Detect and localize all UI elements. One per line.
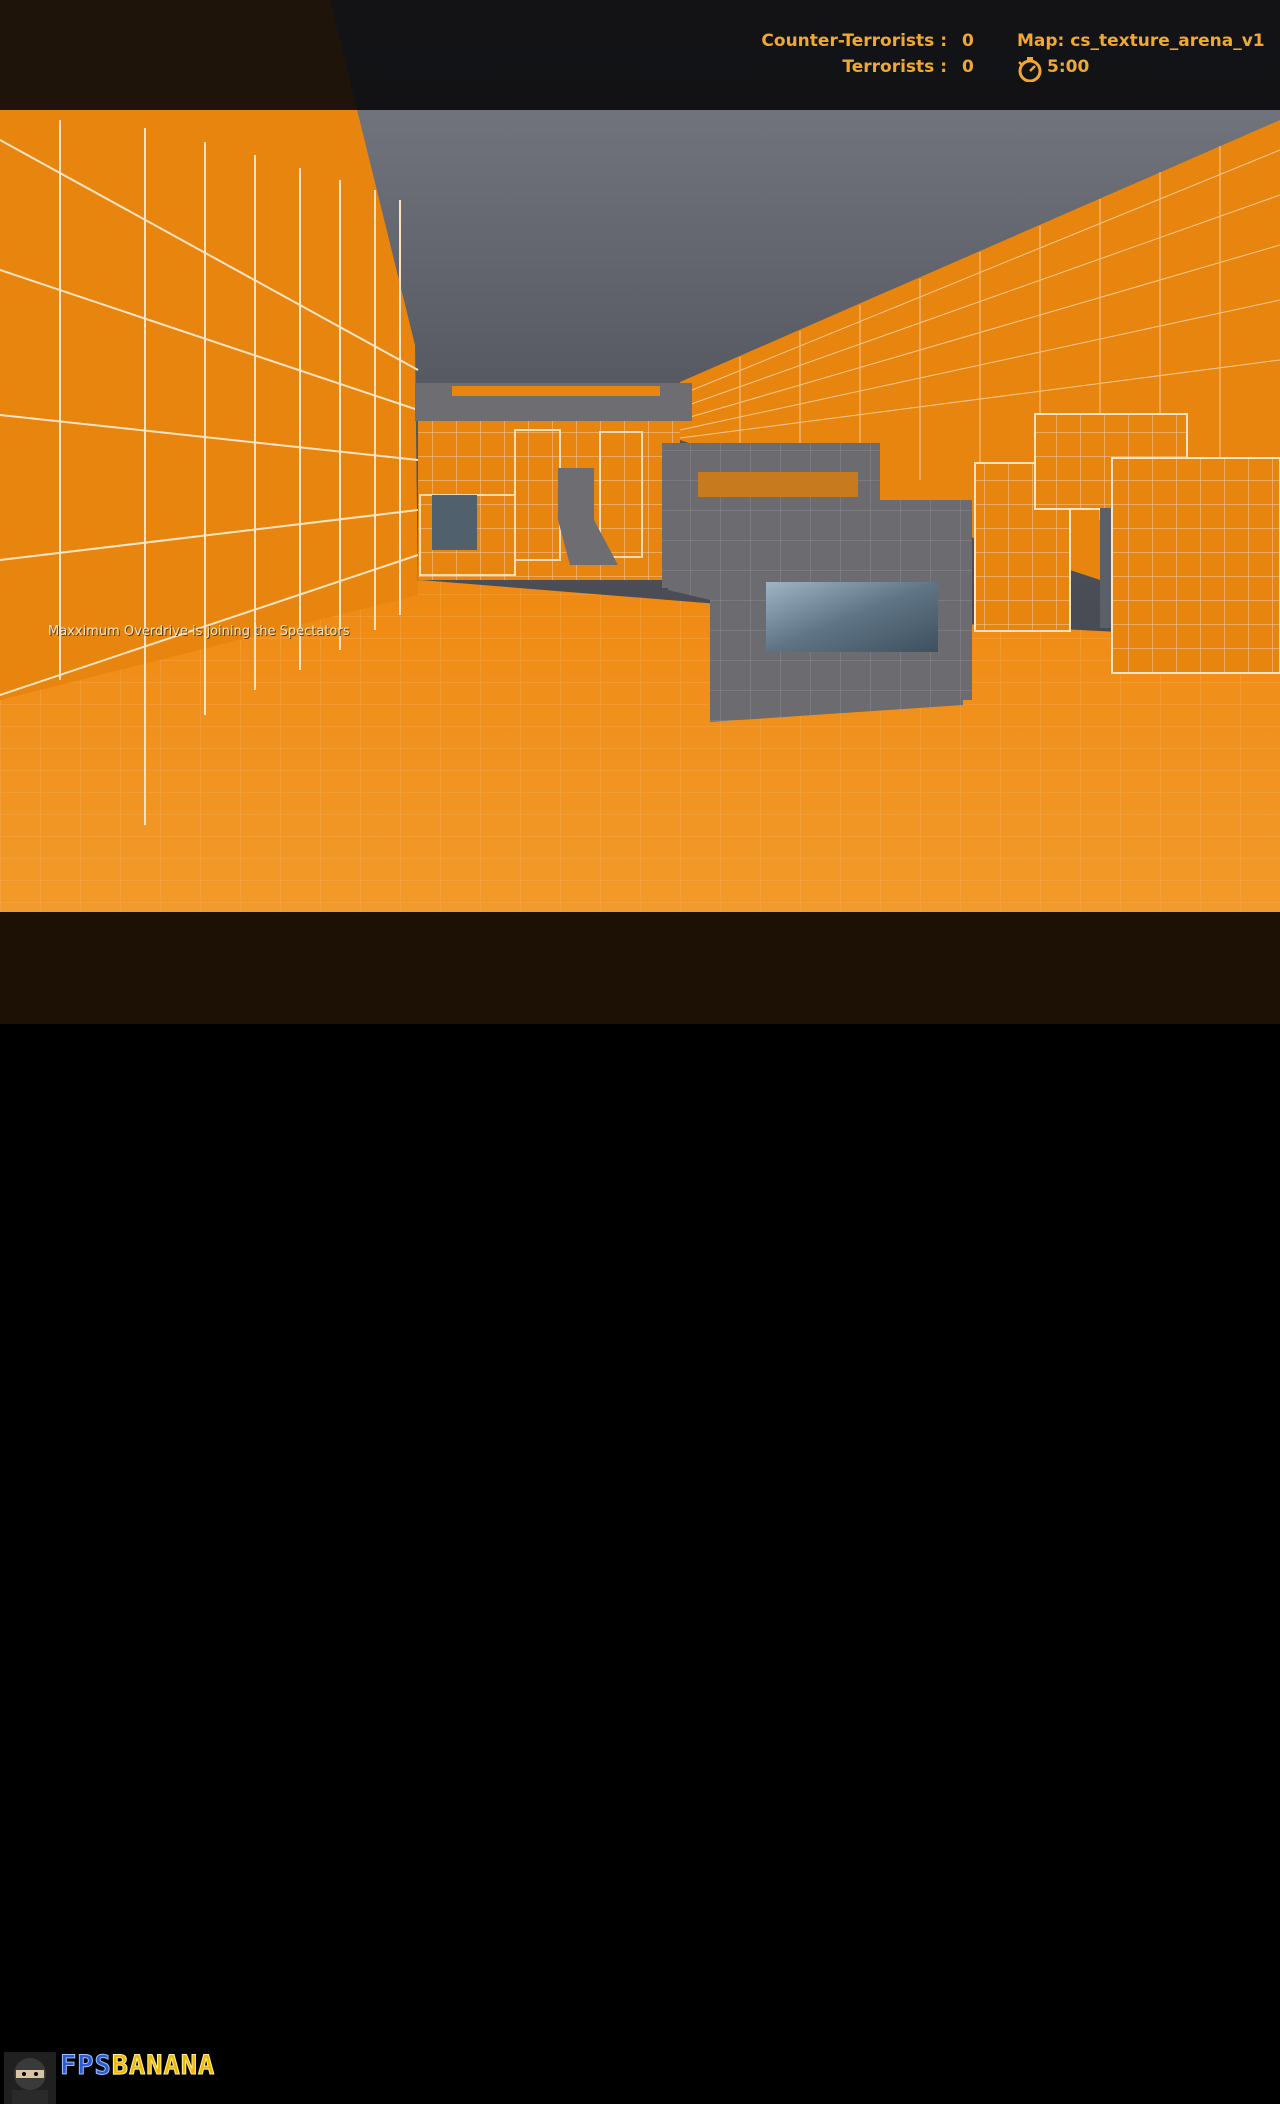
fpsbanana-logo: FPSBANANA	[60, 2050, 216, 2082]
ct-score-value: 0	[962, 31, 974, 51]
logo-fps-text: FPS	[60, 2050, 112, 2082]
round-timer: 5:00	[1047, 57, 1090, 77]
ninja-avatar-icon	[4, 2052, 56, 2104]
hud-bottom-bar	[0, 912, 1280, 1024]
t-score-label: Terrorists :	[842, 57, 947, 77]
hud-top-bar: Counter-Terrorists : 0 Terrorists : 0 Ma…	[0, 0, 1280, 110]
chat-message: Maxximum Overdrive is joining the Specta…	[48, 624, 350, 639]
ct-score-label: Counter-Terrorists :	[761, 31, 947, 51]
watermark-bar: FPSBANANA	[0, 1024, 1280, 2104]
logo-banana-text: BANANA	[111, 2050, 216, 2082]
t-score-value: 0	[962, 57, 974, 77]
map-name: Map: cs_texture_arena_v1	[1017, 31, 1265, 51]
stopwatch-icon	[1018, 57, 1042, 82]
